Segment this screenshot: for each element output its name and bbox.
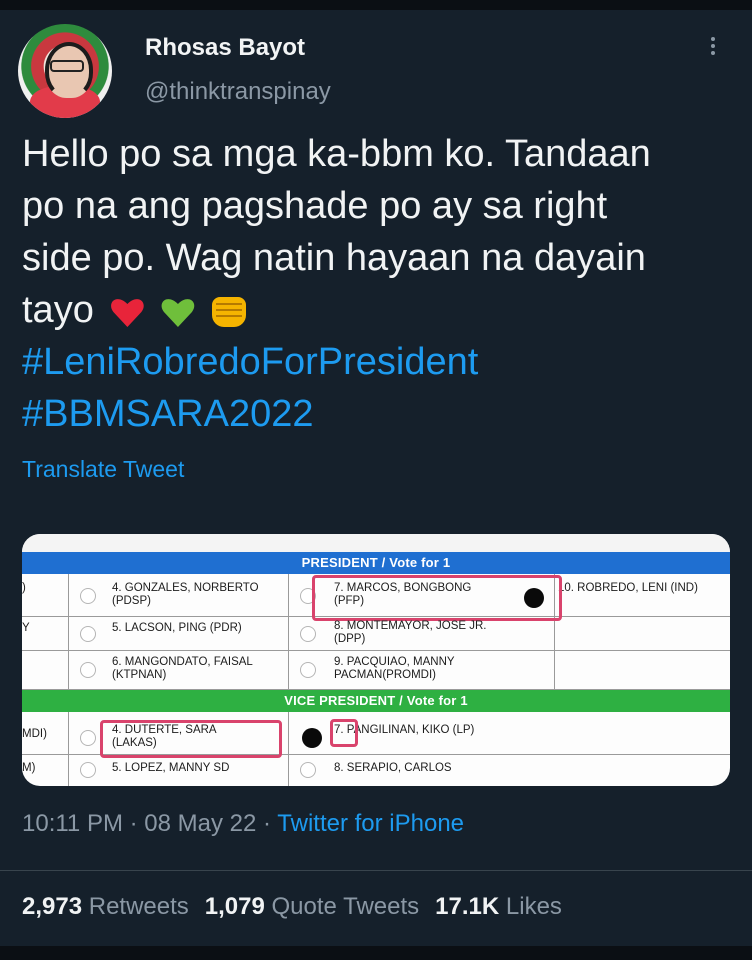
- ballot-edge-text: ): [22, 582, 26, 594]
- highlight-box: [312, 575, 562, 621]
- tweet-line: side po. Wag natin hayaan na dayain: [22, 237, 646, 279]
- ballot-edge-text: Y: [22, 622, 30, 634]
- retweets-count: 2,973: [22, 893, 83, 920]
- column-divider: [68, 574, 69, 690]
- ballot-oval: [80, 730, 96, 746]
- tweet-time[interactable]: 10:11 PM: [22, 810, 123, 837]
- highlight-box: [100, 720, 282, 758]
- quote-tweets-count: 1,079: [204, 893, 265, 920]
- author-handle[interactable]: @thinktranspinay: [145, 78, 331, 106]
- ballot-oval: [300, 762, 316, 778]
- highlight-box: [330, 719, 358, 747]
- candidate-name: 8. SERAPIO, CARLOS: [334, 762, 452, 774]
- ballot-oval: [80, 626, 96, 642]
- client-link[interactable]: Twitter for iPhone: [277, 810, 464, 837]
- tweet-line-with-emoji: tayo: [22, 284, 732, 336]
- top-frame: [0, 0, 752, 10]
- candidate-name: 5. LOPEZ, MANNY SD: [112, 762, 230, 774]
- ballot-oval: [80, 588, 96, 604]
- candidate-name: 6. MANGONDATO, FAISAL (KTPNAN): [112, 656, 253, 681]
- translate-tweet-link[interactable]: Translate Tweet: [22, 456, 184, 483]
- ballot-oval: [80, 762, 96, 778]
- candidate-name: 9. PACQUIAO, MANNY PACMAN(PROMDI): [334, 656, 455, 681]
- tweet-metadata: 10:11 PM · 08 May 22 · Twitter for iPhon…: [22, 810, 464, 838]
- ballot-oval: [300, 626, 316, 642]
- tweet-date[interactable]: 08 May 22: [144, 810, 256, 837]
- tweet-line: po na ang pagshade po ay sa right: [22, 185, 608, 227]
- column-divider: [288, 712, 289, 786]
- quote-tweets-label: Quote Tweets: [271, 893, 420, 920]
- hashtag-link[interactable]: #BBMSARA2022: [22, 388, 732, 440]
- retweets-stat[interactable]: 2,973 Retweets: [22, 893, 189, 920]
- avatar-glasses: [50, 60, 84, 72]
- author-name[interactable]: Rhosas Bayot: [145, 34, 305, 62]
- likes-stat[interactable]: 17.1K Likes: [435, 893, 562, 920]
- fist-icon: [211, 296, 246, 327]
- green-heart-icon: [161, 297, 195, 327]
- ballot-image[interactable]: PRESIDENT / Vote for 1 ) 4. GONZALES, NO…: [22, 534, 730, 786]
- shaded-oval: [302, 728, 322, 748]
- ballot-edge-text: M): [22, 762, 36, 774]
- ballot-edge-text: MDI): [22, 728, 47, 740]
- more-options-icon[interactable]: [708, 34, 718, 64]
- tweet-text: Hello po sa mga ka-bbm ko. Tandaan po na…: [22, 128, 732, 440]
- ballot-oval: [300, 662, 316, 678]
- divider: [0, 870, 752, 871]
- bottom-frame: [0, 946, 752, 960]
- retweets-label: Retweets: [88, 893, 189, 920]
- candidate-name: 7. PANGILINAN, KIKO (LP): [334, 724, 475, 736]
- candidate-name: 4. GONZALES, NORBERTO (PDSP): [112, 582, 259, 607]
- avatar[interactable]: [18, 24, 112, 118]
- red-heart-icon: [110, 297, 144, 327]
- tweet-line: Hello po sa mga ka-bbm ko. Tandaan: [22, 133, 651, 175]
- candidate-name: 8. MONTEMAYOR, JOSE JR. (DPP): [334, 620, 487, 645]
- column-divider: [288, 574, 289, 690]
- candidate-name: 10. ROBREDO, LENI (IND): [558, 582, 698, 594]
- likes-count: 17.1K: [435, 893, 500, 920]
- candidate-name: 5. LACSON, PING (PDR): [112, 622, 242, 634]
- engagement-stats: 2,973 Retweets 1,079 Quote Tweets 17.1K Li…: [22, 893, 562, 921]
- likes-label: Likes: [505, 893, 562, 920]
- ballot-oval: [80, 662, 96, 678]
- president-header: PRESIDENT / Vote for 1: [22, 552, 730, 574]
- tweet-line: tayo: [22, 289, 94, 331]
- column-divider: [68, 712, 69, 786]
- separator: ·: [263, 810, 272, 837]
- separator: ·: [129, 810, 138, 837]
- ballot-top-strip: [22, 534, 730, 552]
- hashtag-link[interactable]: #LeniRobredoForPresident: [22, 336, 732, 388]
- quote-tweets-stat[interactable]: 1,079 Quote Tweets: [205, 893, 419, 920]
- vice-president-header: VICE PRESIDENT / Vote for 1: [22, 690, 730, 712]
